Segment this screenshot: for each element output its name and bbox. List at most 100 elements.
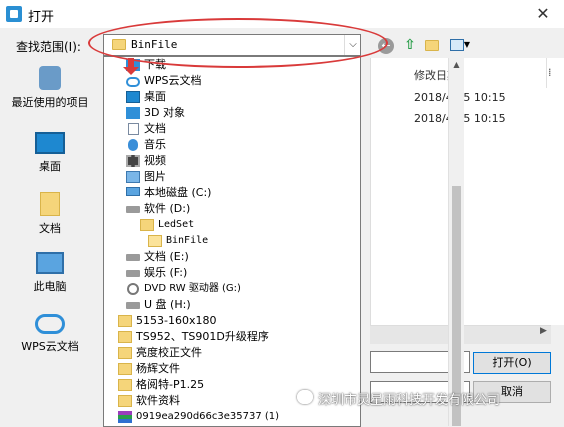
dropdown-item-label: 文档 (E:)	[144, 250, 189, 263]
folder-icon	[118, 331, 132, 343]
this-pc-icon	[36, 252, 64, 274]
desktop-icon	[35, 132, 65, 154]
view-menu-button[interactable]: ▼	[446, 35, 474, 55]
folder-icon	[118, 363, 132, 375]
dropdown-item-label: 视频	[144, 154, 166, 167]
dropdown-item-folder[interactable]: 5153-160x180	[104, 313, 344, 329]
dropdown-item-label: 音乐	[144, 138, 166, 151]
dropdown-item-folder[interactable]: 杨辉文件	[104, 361, 344, 377]
up-folder-button[interactable]: ⇧	[400, 35, 420, 55]
dropdown-item-label: 杨辉文件	[136, 362, 180, 375]
lookin-label: 查找范围(I):	[16, 40, 81, 54]
wps-cloud-icon	[35, 314, 65, 334]
dropdown-item-label: 图片	[144, 170, 166, 183]
dropdown-item-documents[interactable]: 文档	[104, 121, 344, 137]
place-label: WPS云文档	[21, 340, 79, 353]
folder-icon	[118, 395, 132, 407]
dropdown-item-label: 3D 对象	[144, 106, 185, 119]
place-wps-cloud[interactable]: WPS云文档	[0, 314, 100, 354]
dropdown-item-label: 本地磁盘 (C:)	[144, 186, 212, 199]
drive-icon	[126, 206, 140, 213]
dropdown-scrollbar[interactable]: ▲	[448, 58, 464, 426]
dropdown-item-music[interactable]: 音乐	[104, 137, 344, 153]
wechat-icon	[297, 390, 313, 404]
place-label: 桌面	[39, 160, 61, 173]
app-icon	[6, 6, 22, 22]
dropdown-item-drive-c[interactable]: 本地磁盘 (C:)	[104, 185, 344, 201]
scroll-up-icon[interactable]: ▲	[449, 60, 464, 69]
scroll-right-icon[interactable]: ▶	[540, 326, 547, 336]
places-bar: 最近使用的项目 桌面 文档 此电脑 WPS云文档	[0, 56, 100, 427]
column-separator[interactable]	[546, 58, 547, 88]
recent-places-icon	[39, 66, 61, 90]
dropdown-item-label: 软件 (D:)	[144, 202, 191, 215]
dropdown-item-drive-d[interactable]: 软件 (D:)	[104, 201, 344, 217]
window-title: 打开	[28, 10, 55, 25]
drive-icon	[126, 254, 140, 261]
archive-icon	[118, 411, 132, 423]
column-header-edge: ⁞	[548, 66, 552, 79]
dropdown-item-label: 软件资料	[136, 394, 180, 407]
new-folder-icon	[425, 40, 439, 51]
dropdown-item-label: LedSet	[158, 219, 195, 230]
dropdown-item-pictures[interactable]: 图片	[104, 169, 344, 185]
dropdown-item-folder[interactable]: TS952、TS901D升级程序	[104, 329, 344, 345]
place-documents[interactable]: 文档	[0, 192, 100, 236]
dropdown-item-label: 亮度校正文件	[136, 346, 202, 359]
open-button[interactable]: 打开(O)	[473, 352, 551, 374]
place-this-pc[interactable]: 此电脑	[0, 252, 100, 294]
dropdown-item-label: 娱乐 (F:)	[144, 266, 188, 279]
dropdown-item-drive-g[interactable]: DVD RW 驱动器 (G:)	[104, 281, 344, 297]
dropdown-item-label: DVD RW 驱动器 (G:)	[144, 283, 241, 294]
dropdown-item-3d-objects[interactable]: 3D 对象	[104, 105, 344, 121]
dropdown-item-folder[interactable]: 亮度校正文件	[104, 345, 344, 361]
dropdown-item-label: 文档	[144, 122, 166, 135]
3d-objects-icon	[126, 107, 140, 119]
place-label: 最近使用的项目	[11, 96, 89, 109]
folder-icon	[118, 347, 132, 359]
dropdown-item-label: 0919ea290d66c3e35737 (1)	[136, 411, 280, 422]
desktop-icon	[126, 91, 140, 103]
cloud-icon	[126, 77, 140, 87]
pictures-icon	[126, 171, 140, 183]
up-arrow-icon: ⇧	[404, 37, 416, 53]
dropdown-item-drive-h[interactable]: U 盘 (H:)	[104, 297, 344, 313]
dropdown-item-desktop[interactable]: 桌面	[104, 89, 344, 105]
dropdown-item-label: WPS云文档	[144, 74, 202, 87]
place-desktop[interactable]: 桌面	[0, 132, 100, 174]
watermark-text: 深圳市灵星雨科技开发有限公司	[318, 393, 501, 408]
documents-icon	[40, 192, 60, 216]
folder-icon	[140, 219, 154, 231]
dropdown-item-drive-e[interactable]: 文档 (E:)	[104, 249, 344, 265]
lookin-dropdown-list[interactable]: 下载 WPS云文档 桌面 3D 对象 文档 音乐 视频 图片 本地磁盘 (C:)…	[103, 56, 464, 427]
dropdown-item-archive[interactable]: 0919ea290d66c3e35737 (1)	[104, 409, 344, 425]
view-grid-icon	[449, 39, 464, 51]
dropdown-item-label: BinFile	[166, 235, 209, 246]
annotation-arrow-head	[123, 67, 139, 75]
place-label: 此电脑	[33, 280, 67, 293]
dropdown-item-videos[interactable]: 视频	[104, 153, 344, 169]
document-icon	[128, 123, 139, 135]
folder-icon	[118, 315, 132, 327]
dvd-drive-icon	[127, 283, 139, 295]
close-button[interactable]: ✕	[528, 2, 558, 26]
place-recent[interactable]: 最近使用的项目	[0, 66, 100, 110]
usb-drive-icon	[126, 302, 140, 309]
place-label: 文档	[39, 222, 61, 235]
dropdown-item-wps-cloud[interactable]: WPS云文档	[104, 73, 344, 89]
video-icon	[126, 155, 140, 167]
dropdown-item-label: 格阅特-P1.25	[136, 378, 205, 391]
dropdown-item-label: TS952、TS901D升级程序	[136, 330, 269, 343]
dropdown-item-label: 5153-160x180	[136, 314, 217, 327]
dropdown-item-label: 桌面	[144, 90, 166, 103]
dropdown-item-binfile[interactable]: BinFile	[104, 233, 344, 249]
music-icon	[128, 139, 138, 151]
folder-open-icon	[148, 235, 162, 247]
drive-icon	[126, 187, 140, 196]
chevron-down-icon: ▼	[463, 40, 471, 49]
drive-icon	[126, 270, 140, 277]
dropdown-item-ledset[interactable]: LedSet	[104, 217, 344, 233]
dropdown-item-drive-f[interactable]: 娱乐 (F:)	[104, 265, 344, 281]
new-folder-button[interactable]	[422, 35, 442, 55]
dropdown-item-label: U 盘 (H:)	[144, 298, 191, 311]
